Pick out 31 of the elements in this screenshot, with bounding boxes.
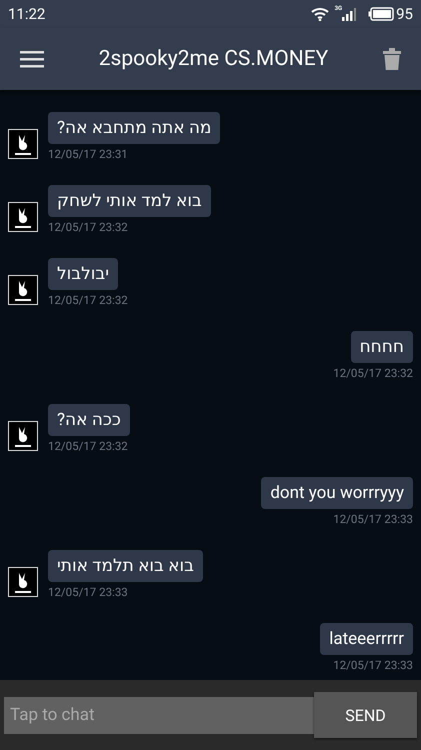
message-bubble: lateeerrrrr [320,623,413,655]
signal-icon [342,7,358,21]
avatar-icon [8,274,38,304]
chat-title: 2spooky2me CS.MONEY [98,47,330,71]
message-time: 12/05/17 23:32 [333,366,413,380]
message-time: 12/05/17 23:31 [48,147,128,161]
trash-icon[interactable] [383,48,401,70]
avatar-icon [8,566,38,596]
avatar-icon [8,202,38,232]
message-bubble: בוא בוא תלמד אותי [48,550,203,582]
message-bubble: חחחח [350,331,413,363]
avatar-icon [8,128,38,158]
avatar-icon [8,420,38,450]
send-button[interactable]: SEND [314,692,417,738]
message-bubble: בוא למד אותי לשחק [48,185,211,217]
message-time: 12/05/17 23:32 [48,439,128,453]
message-time: 12/05/17 23:33 [333,512,413,526]
message-time: 12/05/17 23:32 [48,293,128,307]
message-bubble: יבולבול [48,258,118,290]
battery-level: 95 [396,5,413,23]
wifi-icon [310,7,329,21]
message-bubble: dont you worrryyy [261,477,413,509]
battery-icon [368,7,394,21]
chat-input-field[interactable]: Tap to chat [4,696,314,734]
menu-icon[interactable] [20,50,44,68]
message-bubble: ככה אה? [48,404,130,436]
message-time: 12/05/17 23:33 [48,585,128,599]
message-time: 12/05/17 23:33 [333,658,413,672]
message-time: 12/05/17 23:32 [48,220,128,234]
status-time: 11:22 [8,5,46,23]
message-bubble: מה אתה מתחבא אה? [48,112,220,144]
